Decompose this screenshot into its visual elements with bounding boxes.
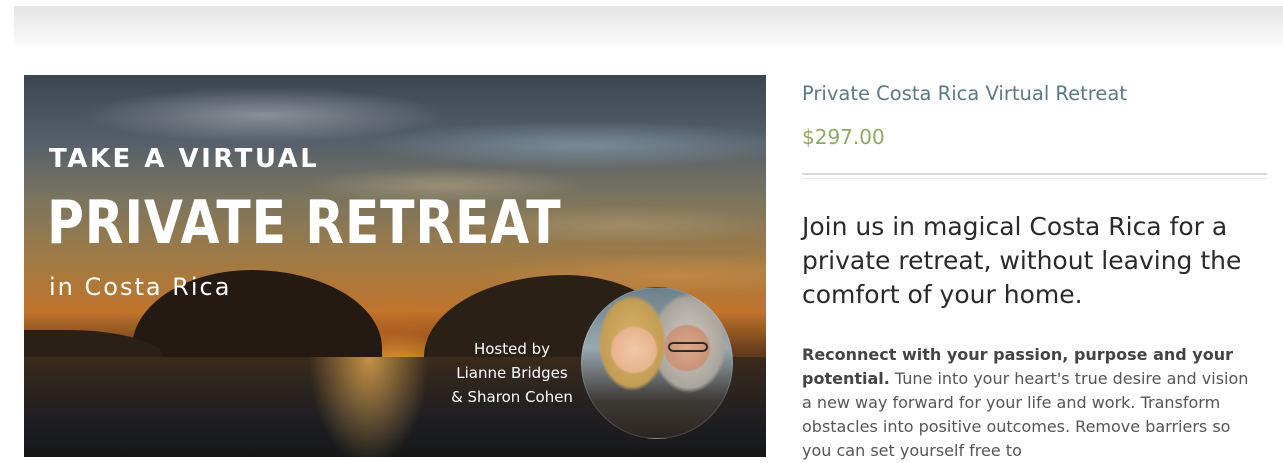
hero-kicker: TAKE A VIRTUAL (49, 144, 320, 174)
hosted-line: & Sharon Cohen (451, 388, 573, 406)
product-image[interactable]: TAKE A VIRTUAL PRIVATE RETREAT in Costa … (24, 75, 766, 457)
product-headline: Join us in magical Costa Rica for a priv… (802, 212, 1242, 309)
product-title: Private Costa Rica Virtual Retreat (802, 82, 1127, 105)
product-description: Reconnect with your passion, purpose and… (802, 343, 1262, 463)
hosted-by-text: Hosted by Lianne Bridges & Sharon Cohen (422, 337, 602, 409)
hosted-line: Hosted by (473, 340, 551, 358)
divider (802, 178, 1267, 179)
header-band (14, 6, 1283, 50)
product-summary: Private Costa Rica Virtual Retreat $297.… (802, 80, 1267, 460)
hero-subtitle: in Costa Rica (49, 273, 232, 301)
product-price: $297.00 (802, 125, 885, 149)
hero-title: PRIVATE RETREAT (47, 188, 562, 258)
hosted-line: Lianne Bridges (456, 364, 568, 382)
divider (802, 173, 1267, 175)
glasses-detail (668, 342, 708, 352)
hosts-photo (581, 287, 733, 439)
